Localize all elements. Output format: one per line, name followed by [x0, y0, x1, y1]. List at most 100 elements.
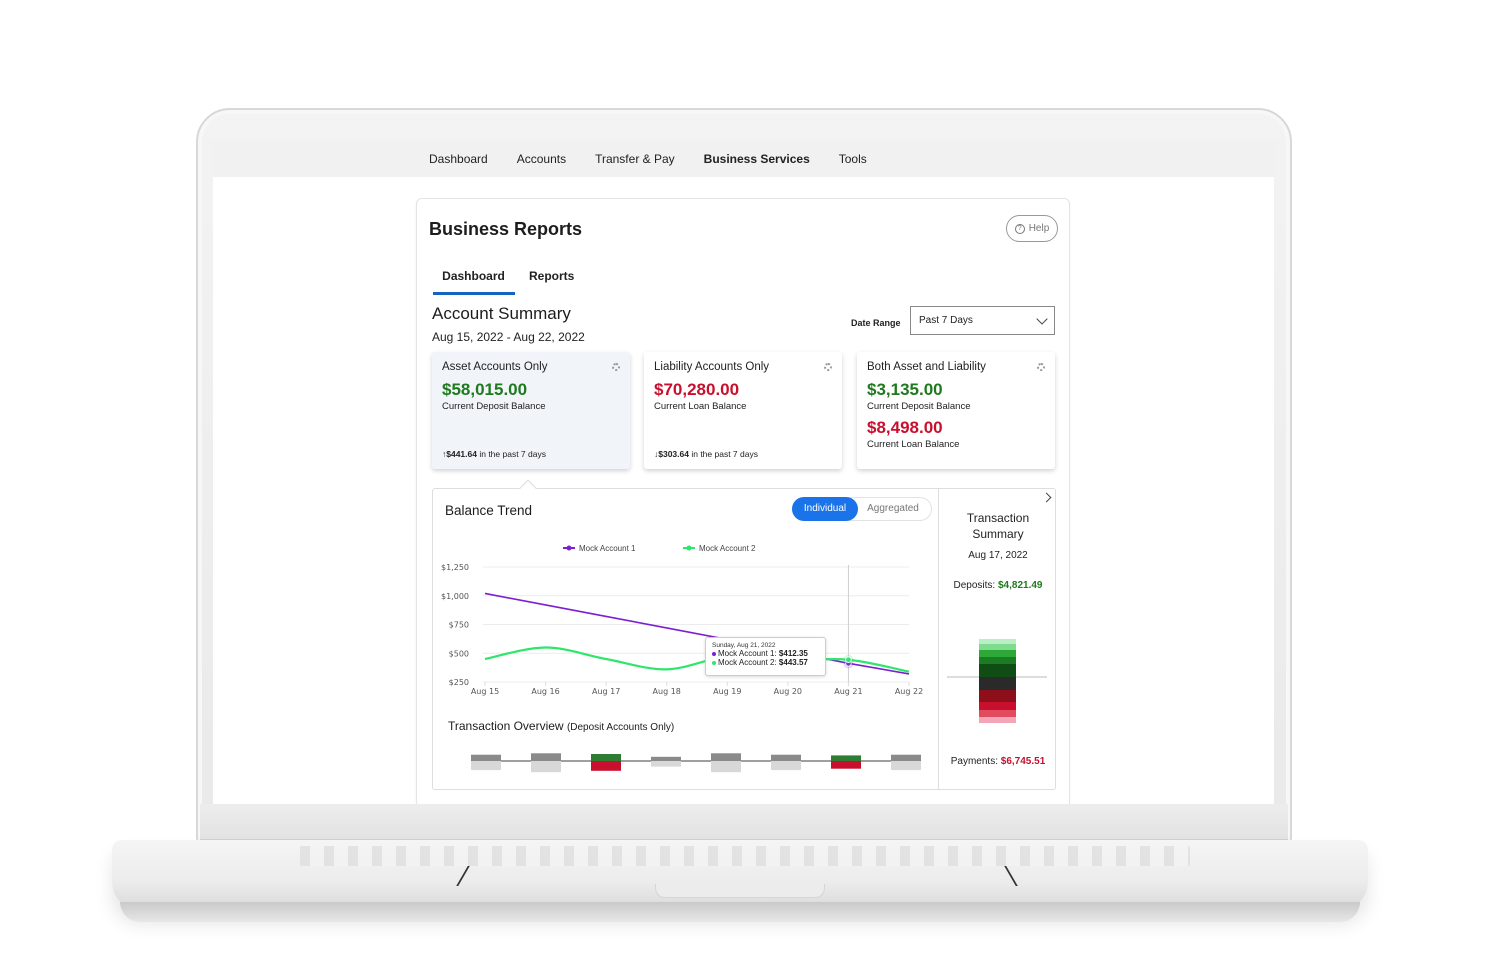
overview-payment-bar[interactable] — [471, 761, 501, 771]
overview-payment-bar[interactable] — [651, 761, 681, 767]
deposit-band — [979, 644, 1016, 650]
tooltip-row-account-2: Mock Account 2: $443.57 — [712, 658, 819, 667]
legend-item[interactable]: Mock Account 1 — [563, 544, 636, 553]
x-tick-label: Aug 20 — [774, 687, 802, 696]
overview-payment-bar[interactable] — [531, 761, 561, 773]
x-tick-label: Aug 22 — [895, 687, 923, 696]
payment-band — [979, 677, 1016, 690]
legend-label: Mock Account 2 — [699, 544, 756, 553]
account-summary-range: Aug 15, 2022 - Aug 22, 2022 — [432, 330, 585, 344]
overview-deposit-bar[interactable] — [711, 753, 741, 761]
business-reports-panel: Business Reports ? Help Dashboard Report… — [416, 198, 1070, 804]
legend-item[interactable]: Mock Account 2 — [683, 544, 756, 553]
overview-deposit-bar[interactable] — [891, 754, 921, 761]
card-title: Liability Accounts Only — [654, 361, 770, 373]
date-range-select[interactable]: Past 7 Days — [910, 306, 1055, 335]
laptop-chin — [200, 804, 1288, 840]
transaction-summary-chart — [947, 639, 1047, 723]
change-amount: $441.64 — [446, 449, 477, 459]
tooltip-row-account-1: Mock Account 1: $412.35 — [712, 649, 819, 658]
card-amount: $58,015.00 — [442, 380, 528, 399]
help-button[interactable]: ? Help — [1006, 215, 1058, 242]
nav-item-business-services[interactable]: Business Services — [704, 152, 810, 166]
card-amount-secondary: $8,498.00 — [867, 418, 943, 437]
overview-payment-bar[interactable] — [891, 761, 921, 771]
overview-payment-bar[interactable] — [771, 761, 801, 771]
account-summary-title: Account Summary — [432, 304, 571, 323]
laptop-base-bottom — [120, 902, 1360, 922]
laptop-keyboard — [300, 846, 1190, 866]
card-change: ↑$441.64 in the past 7 days — [442, 449, 546, 459]
stage: Dashboard Accounts Transfer & Pay Business … — [0, 0, 1500, 974]
nav-item-tools[interactable]: Tools — [839, 152, 867, 166]
x-tick-label: Aug 19 — [713, 687, 741, 696]
chevron-down-icon — [1036, 313, 1048, 325]
series-dot-icon — [712, 651, 716, 656]
gear-icon[interactable] — [1037, 363, 1045, 371]
tooltip-label: Mock Account 2: — [718, 658, 779, 667]
payment-band — [979, 710, 1016, 717]
overview-deposit-bar[interactable] — [471, 754, 501, 761]
overview-payment-bar[interactable] — [831, 761, 861, 769]
transaction-summary-panel: Transaction Summary Aug 17, 2022 Deposit… — [938, 489, 1056, 789]
card-both-accounts[interactable]: Both Asset and Liability $3,135.00 Curre… — [857, 352, 1055, 469]
gear-icon[interactable] — [612, 363, 620, 371]
chart-series — [484, 592, 910, 675]
card-title: Asset Accounts Only — [442, 361, 548, 373]
transaction-summary-date: Aug 17, 2022 — [968, 550, 1028, 561]
deposit-band — [979, 639, 1016, 644]
overview-deposit-bar[interactable] — [651, 756, 681, 761]
legend-label: Mock Account 1 — [579, 544, 636, 553]
deposit-band — [979, 657, 1016, 664]
tooltip-value: $443.57 — [778, 658, 808, 667]
x-tick-label: Aug 15 — [471, 687, 499, 696]
deposits-total: Deposits: $4,821.49 — [939, 580, 1057, 591]
change-amount: $303.64 — [658, 449, 689, 459]
payments-value: $6,745.51 — [1000, 756, 1046, 767]
toggle-aggregated[interactable]: Aggregated — [858, 497, 928, 521]
laptop-screen: Dashboard Accounts Transfer & Pay Business … — [213, 141, 1274, 804]
change-text: in the past 7 days — [476, 449, 546, 459]
payments-label: Payments: — [950, 756, 1001, 767]
legend-marker — [686, 545, 692, 551]
nav-item-transfer-pay[interactable]: Transfer & Pay — [595, 152, 675, 166]
deposits-value: $4,821.49 — [997, 580, 1043, 591]
payment-band — [979, 702, 1016, 710]
overview-deposit-bar[interactable] — [591, 754, 621, 761]
tab-reports[interactable]: Reports — [519, 267, 584, 295]
balance-trend-box: Balance Trend Individual Aggregated Mock… — [432, 488, 1056, 790]
date-range-value: Past 7 Days — [919, 315, 973, 326]
x-tick-label: Aug 17 — [592, 687, 620, 696]
card-sublabel-secondary: Current Loan Balance — [867, 439, 960, 450]
view-toggle: Individual Aggregated — [792, 497, 932, 521]
title-line-2: Summary — [972, 527, 1024, 541]
overview-deposit-bar[interactable] — [531, 753, 561, 761]
x-axis: Aug 15 Aug 16 Aug 17 Aug 18 Aug 19 Aug 20 Aug … — [471, 682, 923, 696]
nav-item-accounts[interactable]: Accounts — [517, 152, 566, 166]
nav-item-dashboard[interactable]: Dashboard — [429, 152, 488, 166]
balance-trend-chart[interactable]: Mock Account 1 Mock Account 2 $250 $500 $75… — [433, 534, 933, 704]
transaction-overview-chart[interactable] — [433, 741, 933, 781]
card-amount: $3,135.00 — [867, 380, 943, 399]
trackpad-notch — [655, 884, 825, 898]
payment-band — [979, 717, 1016, 723]
gear-icon[interactable] — [824, 363, 832, 371]
tab-dashboard[interactable]: Dashboard — [433, 267, 515, 295]
data-point[interactable] — [845, 656, 852, 663]
toggle-individual[interactable]: Individual — [792, 497, 858, 521]
overview-payment-bar[interactable] — [591, 761, 621, 771]
x-tick-label: Aug 18 — [653, 687, 681, 696]
payments-total: Payments: $6,745.51 — [939, 756, 1057, 767]
balance-trend-title: Balance Trend — [445, 503, 533, 518]
overview-payment-bar[interactable] — [711, 761, 741, 773]
tab-bar: Dashboard Reports — [433, 267, 588, 295]
card-asset-accounts[interactable]: Asset Accounts Only $58,015.00 Current D… — [432, 352, 630, 469]
overview-deposit-bar[interactable] — [771, 754, 801, 761]
payment-band — [979, 690, 1016, 702]
card-change: ↓$303.64 in the past 7 days — [654, 449, 758, 459]
x-tick-label: Aug 16 — [531, 687, 559, 696]
transaction-overview-title: Transaction Overview (Deposit Accounts O… — [448, 719, 674, 733]
overview-deposit-bar[interactable] — [831, 755, 861, 761]
chevron-right-icon[interactable] — [1041, 492, 1052, 503]
card-liability-accounts[interactable]: Liability Accounts Only $70,280.00 Curre… — [644, 352, 842, 469]
